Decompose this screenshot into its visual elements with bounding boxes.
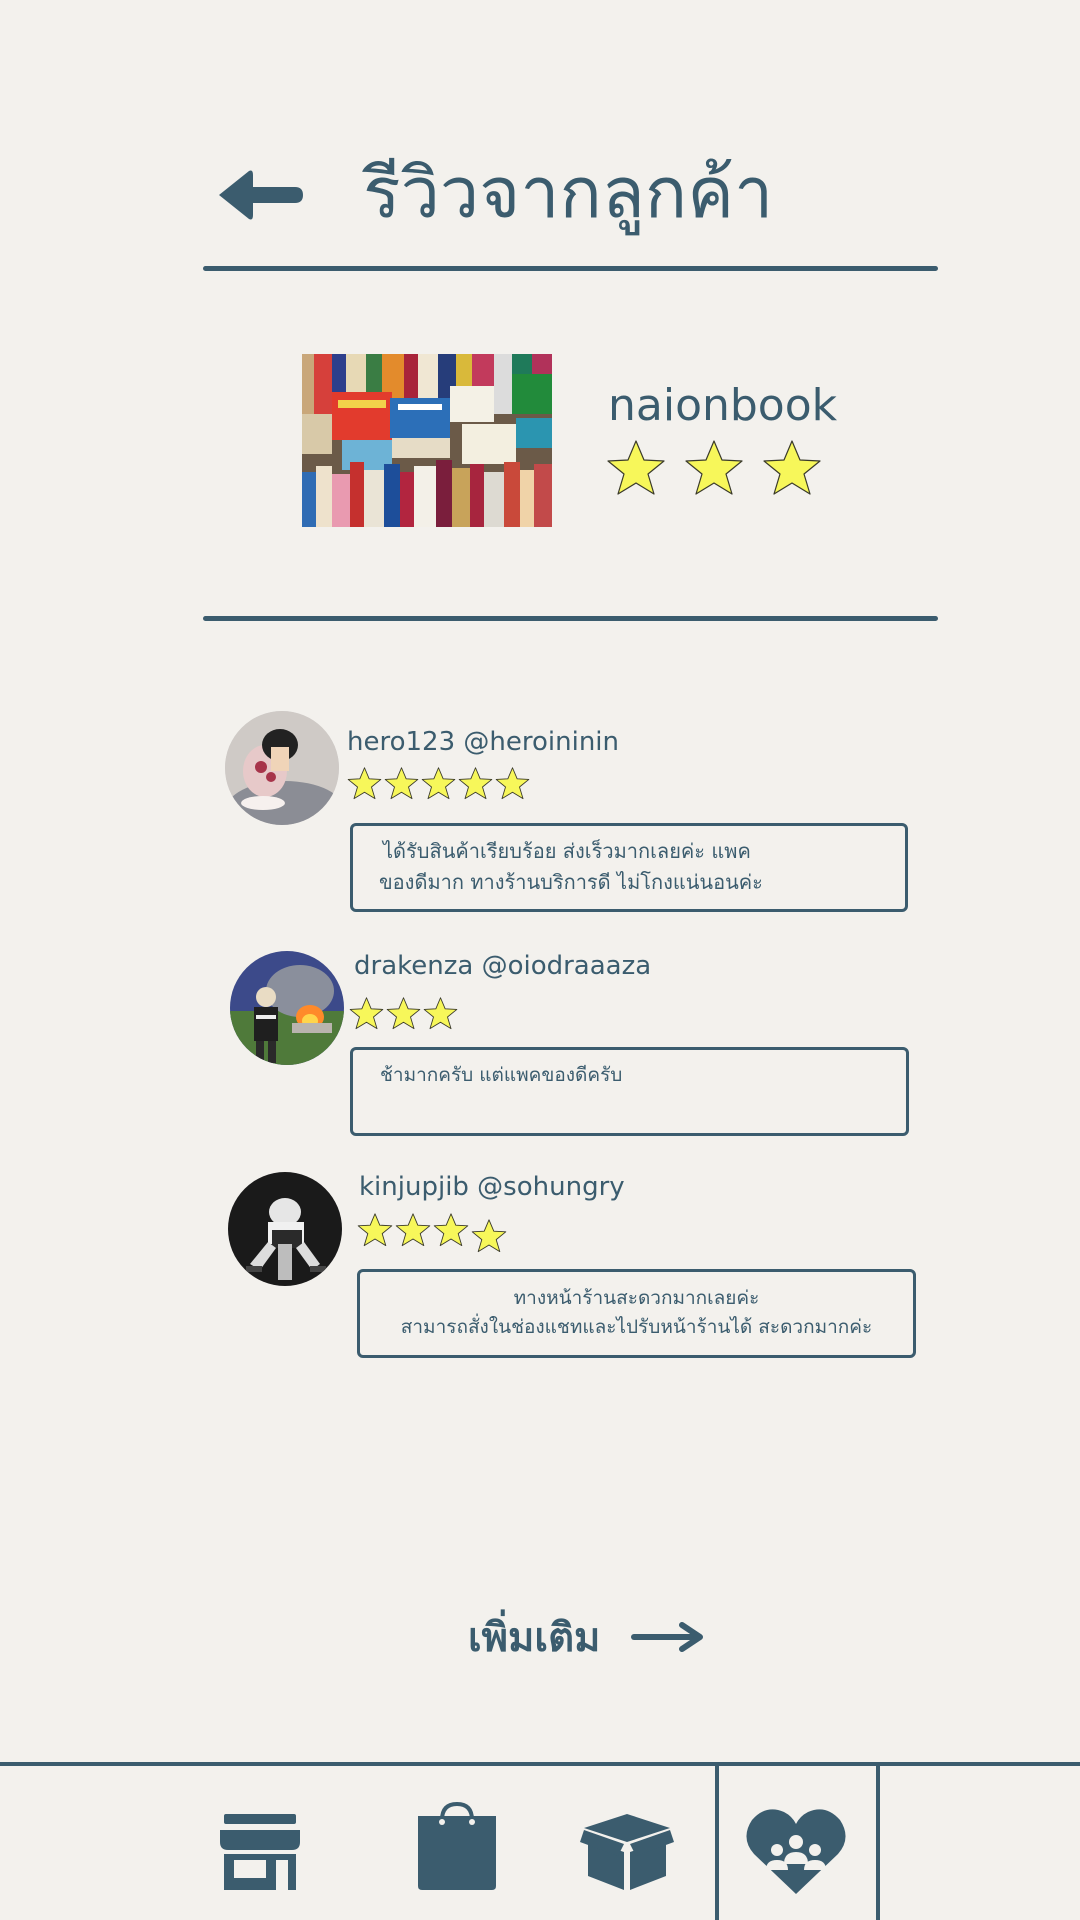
star-icon [423,997,458,1030]
star-icon [763,440,821,495]
nav-orders[interactable] [580,1810,674,1896]
review-comment: ช้ามากครับ แต่แพคของดีครับ [350,1047,909,1136]
review-rating [357,1212,509,1254]
review-rating [349,996,460,1031]
more-label: เพิ่มเติม [468,1615,601,1661]
comment-line: ช้ามากครับ แต่แพคของดีครับ [380,1064,623,1086]
shopping-bag-icon [418,1801,496,1890]
avatar[interactable] [225,711,339,825]
review-username[interactable]: hero123 @heroininin [347,725,619,759]
nav-active-divider-right [876,1764,880,1920]
nav-store[interactable] [218,1812,302,1896]
bottom-nav-divider [0,1762,1080,1766]
more-button[interactable]: เพิ่มเติม [468,1605,706,1669]
storefront-icon [220,1814,300,1890]
star-icon [458,767,493,800]
avatar[interactable] [228,1172,342,1286]
package-box-icon [580,1814,674,1890]
comment-line: สามารถสั่งในช่องแชทและไปรับหน้าร้านได้ ส… [400,1316,873,1338]
heart-community-icon [746,1809,846,1894]
star-icon [384,767,419,800]
header-divider [203,266,938,271]
star-icon [421,767,456,800]
page-title: รีวิวจากลูกค้า [363,152,774,234]
comment-line: ได้รับสินค้าเรียบร้อย ส่งเร็วมากเลยค่ะ แ… [383,839,751,863]
shop-photo [302,354,552,527]
comment-line: ทางหน้าร้านสะดวกมากเลยค่ะ [513,1287,760,1309]
nav-reviews[interactable] [744,1804,848,1902]
star-icon [495,767,530,800]
star-icon [433,1213,469,1247]
star-icon [347,767,382,800]
review-username[interactable]: drakenza @oiodraaaza [354,949,651,983]
arrow-right-icon [631,1622,704,1652]
star-icon [471,1219,507,1253]
section-divider [203,616,938,621]
star-icon [395,1213,431,1247]
star-icon [349,997,384,1030]
shop-name: naionbook [608,380,838,431]
star-icon [357,1213,393,1247]
comment-line: ของดีมาก ทางร้านบริการดี ไม่โกงแน่นอนค่ะ [379,870,763,894]
shop-rating [606,438,822,498]
review-rating [347,766,532,801]
avatar[interactable] [230,951,344,1065]
star-icon [685,440,743,495]
reviews-screen: รีวิวจากลูกค้า naionbook hero123 @heroin… [0,0,1080,1920]
star-icon [386,997,421,1030]
back-button[interactable] [215,167,305,223]
nav-shopping[interactable] [414,1800,500,1896]
review-comment: ทางหน้าร้านสะดวกมากเลยค่ะ สามารถสั่งในช่… [357,1269,916,1358]
star-icon [607,440,665,495]
review-comment: ได้รับสินค้าเรียบร้อย ส่งเร็วมากเลยค่ะ แ… [350,823,908,912]
review-username[interactable]: kinjupjib @sohungry [359,1170,625,1204]
arrow-left-icon [219,170,303,220]
nav-active-divider-left [715,1764,719,1920]
